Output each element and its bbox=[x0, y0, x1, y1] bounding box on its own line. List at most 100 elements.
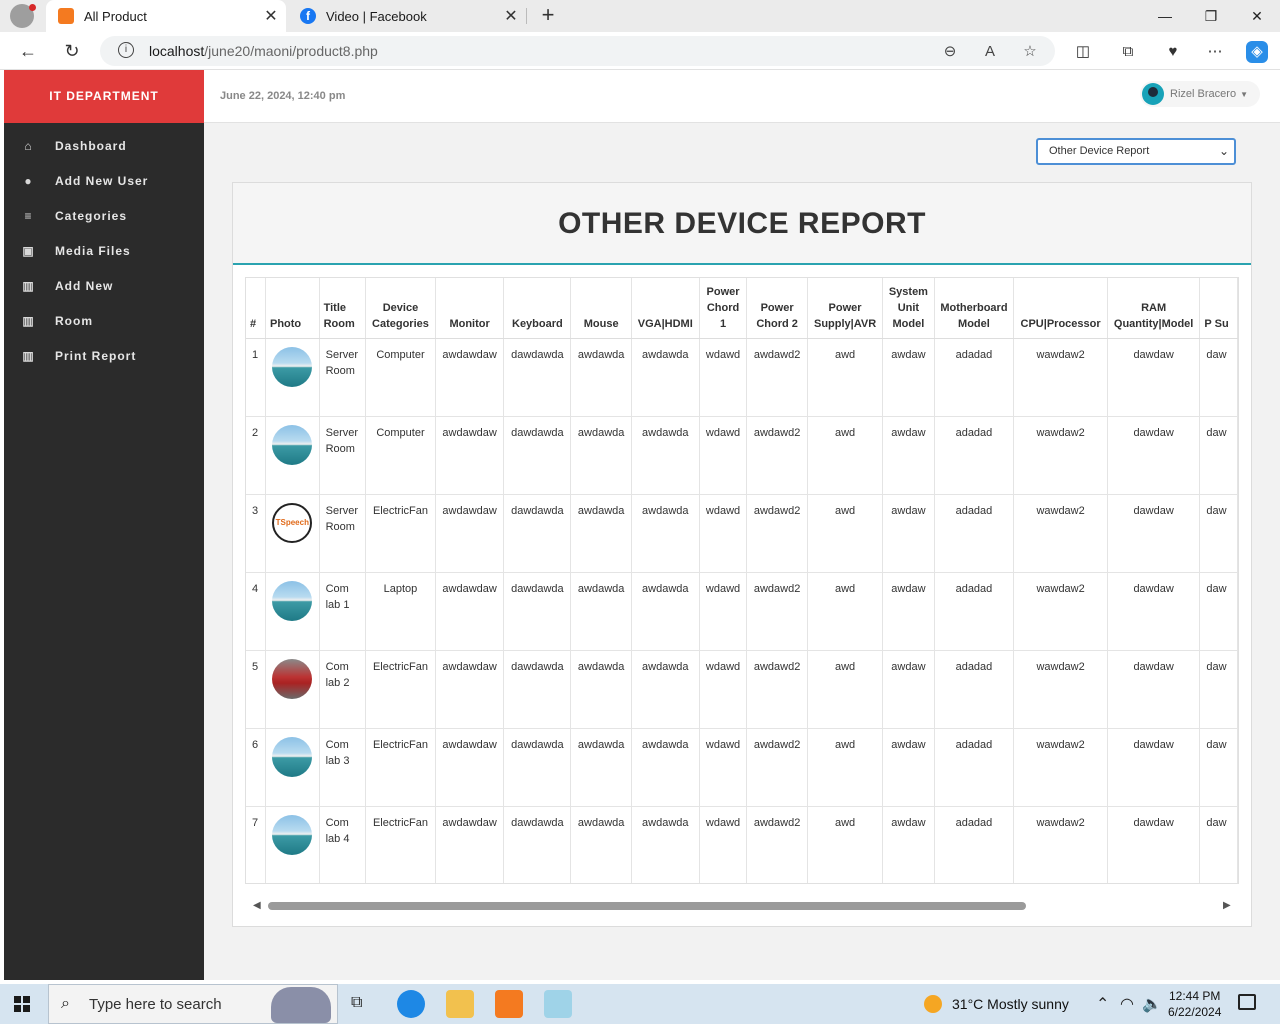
cell-power-chord-1: wdawd bbox=[699, 571, 748, 650]
sidebar-item-room[interactable]: ▥ Room bbox=[4, 303, 204, 338]
device-photo[interactable]: TSpeech bbox=[272, 502, 313, 543]
tab-all-product[interactable]: All Product ✕ bbox=[46, 0, 286, 32]
app-taskbar-icon[interactable] bbox=[544, 990, 572, 1018]
cell-cpu-processor: wawdaw2 bbox=[1013, 571, 1108, 650]
split-screen-icon[interactable]: ◫ bbox=[1072, 41, 1094, 63]
column-header-number[interactable]: # bbox=[246, 278, 266, 339]
report-type-select[interactable]: Other Device Report ⌄ bbox=[1036, 138, 1236, 165]
cell-power-chord-1: wdawd bbox=[699, 727, 748, 806]
scrollbar-thumb[interactable] bbox=[268, 902, 1026, 910]
column-header-vga-hdmi[interactable]: VGA|HDMI bbox=[631, 278, 700, 339]
read-aloud-icon[interactable]: A bbox=[980, 42, 1000, 62]
tab-video-facebook[interactable]: f Video | Facebook ✕ bbox=[288, 0, 526, 32]
column-header-ram-quantity-model[interactable]: RAM Quantity|Model bbox=[1107, 278, 1201, 339]
column-header-motherboard-model[interactable]: Motherboard Model bbox=[934, 278, 1015, 339]
table-row[interactable]: 5 Com lab 2 ElectricFan awdawdaw dawdawda awd… bbox=[246, 649, 1238, 728]
new-tab-icon[interactable]: + bbox=[536, 3, 560, 27]
column-header-system-unit-model[interactable]: System Unit Model bbox=[882, 278, 935, 339]
cell-monitor: awdawdaw bbox=[435, 649, 505, 728]
column-header-power-chord-2[interactable]: Power Chord 2 bbox=[746, 278, 808, 339]
zoom-out-icon[interactable]: ⊖ bbox=[940, 42, 960, 62]
device-photo[interactable] bbox=[272, 580, 313, 621]
cell-motherboard-model: adadad bbox=[934, 805, 1015, 883]
cell-monitor: awdawdaw bbox=[435, 493, 505, 572]
edge-browser-icon[interactable] bbox=[397, 990, 425, 1018]
column-header-monitor[interactable]: Monitor bbox=[435, 278, 505, 339]
taskbar-search-box[interactable]: ⌕ Type here to search bbox=[48, 984, 338, 1024]
scroll-left-icon[interactable]: ◀ bbox=[253, 899, 261, 913]
horizontal-scrollbar[interactable]: ◀ ▶ bbox=[245, 899, 1239, 913]
copilot-icon[interactable]: ◈ bbox=[1246, 41, 1268, 63]
sidebar-item-dashboard[interactable]: ⌂ Dashboard bbox=[4, 128, 204, 163]
close-icon[interactable]: ✕ bbox=[260, 6, 282, 26]
restore-icon[interactable]: ❐ bbox=[1188, 0, 1234, 32]
task-view-icon[interactable]: ⧉ bbox=[351, 994, 362, 1012]
sidebar-item-media-files[interactable]: ▣ Media Files bbox=[4, 233, 204, 268]
site-info-icon[interactable]: i bbox=[118, 42, 134, 58]
cell-system-unit-model: awdaw bbox=[882, 415, 935, 494]
windows-start-icon[interactable] bbox=[14, 996, 30, 1012]
current-datetime: June 22, 2024, 12:40 pm bbox=[220, 90, 346, 102]
address-bar-row: ← ↻ i localhost/june20/maoni/product8.ph… bbox=[0, 32, 1280, 70]
column-header-power-chord-1[interactable]: Power Chord 1 bbox=[699, 278, 748, 339]
url-field[interactable]: i localhost/june20/maoni/product8.php ⊖ … bbox=[100, 36, 1055, 66]
scroll-right-icon[interactable]: ▶ bbox=[1223, 899, 1231, 913]
weather-widget[interactable]: 31°C Mostly sunny bbox=[924, 995, 1069, 1013]
minimize-icon[interactable]: — bbox=[1142, 0, 1188, 32]
sidebar-item-add-new-user[interactable]: ● Add New User bbox=[4, 163, 204, 198]
sidebar-item-label: Media Files bbox=[55, 243, 131, 258]
brand-title[interactable]: IT DEPARTMENT bbox=[4, 70, 204, 123]
back-icon[interactable]: ← bbox=[15, 38, 41, 64]
cell-photo bbox=[265, 727, 320, 806]
xampp-taskbar-icon[interactable] bbox=[495, 990, 523, 1018]
grid-icon: ▥ bbox=[22, 313, 35, 328]
favorite-star-icon[interactable]: ☆ bbox=[1020, 42, 1040, 62]
caret-down-icon: ▼ bbox=[1240, 89, 1248, 99]
cell-number: 5 bbox=[246, 649, 266, 728]
table-row[interactable]: 4 Com lab 1 Laptop awdawdaw dawdawda awdawda a… bbox=[246, 571, 1238, 650]
cell-power-supply-avr: awd bbox=[807, 493, 884, 572]
windows-taskbar: ⌕ Type here to search ⧉ 31°C Mostly sunn… bbox=[0, 984, 1280, 1024]
column-header-truncated[interactable]: P Su bbox=[1199, 278, 1238, 339]
column-header-device-categories[interactable]: Device Categories bbox=[365, 278, 436, 339]
notifications-icon[interactable] bbox=[1238, 994, 1256, 1010]
report-table-container[interactable]: # Photo Title Room Device Categories Mon… bbox=[245, 277, 1239, 884]
xampp-icon bbox=[58, 8, 74, 24]
column-header-photo[interactable]: Photo bbox=[265, 278, 320, 339]
cell-device-category: Computer bbox=[365, 337, 436, 416]
column-header-cpu-processor[interactable]: CPU|Processor bbox=[1013, 278, 1108, 339]
wifi-icon[interactable]: ◠ bbox=[1120, 994, 1134, 1014]
table-row[interactable]: 6 Com lab 3 ElectricFan awdawdaw dawdawda awd… bbox=[246, 727, 1238, 806]
device-photo[interactable] bbox=[272, 814, 313, 855]
close-icon[interactable]: ✕ bbox=[500, 6, 522, 26]
device-photo[interactable] bbox=[272, 346, 313, 387]
table-row[interactable]: 7 Com lab 4 ElectricFan awdawdaw dawdawda awd… bbox=[246, 805, 1238, 883]
grid-icon: ▥ bbox=[22, 278, 35, 293]
sidebar-item-categories[interactable]: ≡ Categories bbox=[4, 198, 204, 233]
column-header-mouse[interactable]: Mouse bbox=[570, 278, 632, 339]
cell-cpu-processor: wawdaw2 bbox=[1013, 727, 1108, 806]
table-row[interactable]: 1 Server Room Computer awdawdaw dawdawda awda… bbox=[246, 337, 1238, 416]
table-row[interactable]: 2 Server Room Computer awdawdaw dawdawda awda… bbox=[246, 415, 1238, 494]
file-explorer-icon[interactable] bbox=[446, 990, 474, 1018]
volume-icon[interactable]: 🔈 bbox=[1142, 994, 1162, 1014]
more-menu-icon[interactable]: ⋯ bbox=[1204, 41, 1226, 63]
sidebar-item-print-report[interactable]: ▥ Print Report bbox=[4, 338, 204, 373]
device-photo[interactable] bbox=[272, 424, 313, 465]
cell-device-category: Laptop bbox=[365, 571, 436, 650]
sidebar-item-add-new[interactable]: ▥ Add New bbox=[4, 268, 204, 303]
collections-icon[interactable]: ⧉ bbox=[1117, 41, 1139, 63]
extensions-icon[interactable]: ♥ bbox=[1162, 41, 1184, 63]
device-photo[interactable] bbox=[272, 658, 313, 699]
table-header-row: # Photo Title Room Device Categories Mon… bbox=[246, 278, 1238, 339]
column-header-keyboard[interactable]: Keyboard bbox=[503, 278, 572, 339]
reload-icon[interactable]: ↻ bbox=[59, 38, 85, 64]
table-row[interactable]: 3 TSpeech Server Room ElectricFan awdawdaw da… bbox=[246, 493, 1238, 572]
column-header-title-room[interactable]: Title Room bbox=[319, 278, 367, 339]
device-photo[interactable] bbox=[272, 736, 313, 777]
window-close-icon[interactable]: ✕ bbox=[1234, 0, 1280, 32]
user-menu[interactable]: Rizel Bracero ▼ bbox=[1140, 81, 1260, 107]
taskbar-clock[interactable]: 12:44 PM 6/22/2024 bbox=[1168, 988, 1221, 1020]
column-header-power-supply-avr[interactable]: Power Supply|AVR bbox=[807, 278, 884, 339]
show-hidden-icons-icon[interactable]: ⌃ bbox=[1096, 994, 1109, 1014]
